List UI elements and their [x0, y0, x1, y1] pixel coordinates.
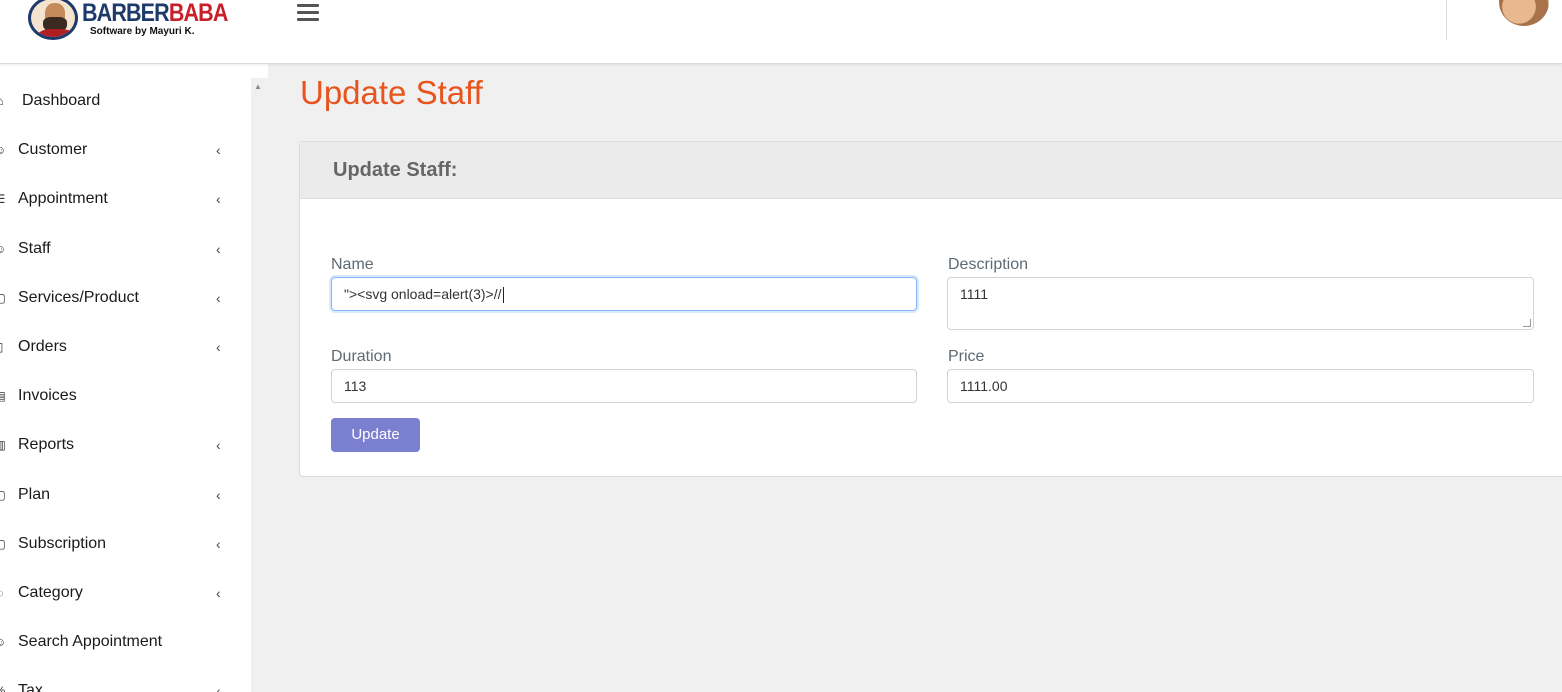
menu-toggle-icon[interactable]	[297, 4, 319, 24]
sidebar-item-label: Tax	[18, 682, 43, 692]
description-textarea-value: 1111	[960, 286, 989, 302]
chevron-left-icon: ‹	[216, 191, 221, 207]
sidebar-item-dashboard[interactable]: ⌂ Dashboard	[0, 86, 251, 116]
update-button[interactable]: Update	[331, 418, 420, 452]
sidebar-item-label: Invoices	[18, 387, 77, 404]
sidebar-item-label: Dashboard	[22, 92, 101, 109]
chevron-left-icon: ‹	[216, 585, 221, 601]
search-user-icon: ☺	[0, 635, 7, 649]
sidebar-item-label: Plan	[18, 486, 51, 503]
chevron-left-icon: ‹	[216, 536, 221, 552]
scroll-up-icon[interactable]: ▲	[254, 82, 262, 91]
plan-icon: ▢	[0, 488, 6, 502]
subscription-icon: ▢	[0, 537, 6, 551]
duration-input-value: 113	[344, 378, 367, 394]
cart-icon: ▯	[0, 340, 6, 354]
sidebar-item-category[interactable]: ◌ Category ‹	[0, 578, 251, 608]
price-input[interactable]: 1111.00	[947, 369, 1534, 403]
sidebar-item-plan[interactable]: ▢ Plan ‹	[0, 480, 251, 510]
sidebar-item-orders[interactable]: ▯ Orders ‹	[0, 332, 251, 362]
name-label: Name	[331, 256, 374, 273]
chevron-left-icon: ‹	[216, 683, 221, 692]
sidebar-item-label: Reports	[18, 436, 75, 453]
sidebar-top-spacer	[0, 64, 268, 78]
card-header: Update Staff:	[300, 142, 1562, 199]
sidebar-item-appointment[interactable]: ☰ Appointment ‹	[0, 184, 251, 214]
duration-label: Duration	[331, 348, 392, 365]
chevron-left-icon: ‹	[216, 437, 221, 453]
user-icon: ☺	[0, 242, 7, 256]
report-icon: ▥	[0, 438, 6, 452]
price-input-value: 1111.00	[960, 378, 1008, 394]
resize-grip-icon[interactable]	[1523, 319, 1531, 327]
sidebar-item-subscription[interactable]: ▢ Subscription ‹	[0, 529, 251, 559]
top-navbar: BARBERBABA Software by Mayuri K.	[0, 0, 1562, 64]
chevron-left-icon: ‹	[216, 241, 221, 257]
chevron-left-icon: ‹	[216, 487, 221, 503]
chevron-left-icon: ‹	[216, 142, 221, 158]
user-icon: ☺	[0, 143, 7, 157]
description-label: Description	[948, 256, 1029, 273]
price-label: Price	[948, 348, 985, 365]
sidebar-item-label: Customer	[18, 141, 88, 158]
name-input-value: "><svg onload=alert(3)>//	[344, 286, 502, 302]
sidebar-item-label: Orders	[18, 338, 67, 355]
sidebar-item-label: Search Appointment	[18, 633, 163, 650]
description-textarea[interactable]: 1111	[947, 277, 1534, 330]
brand-tagline: Software by Mayuri K.	[90, 26, 195, 37]
sidebar-item-invoices[interactable]: ▤ Invoices	[0, 381, 251, 411]
sidebar-item-services-product[interactable]: ▢ Services/Product ‹	[0, 283, 251, 313]
category-icon: ◌	[0, 586, 6, 600]
home-icon: ⌂	[0, 94, 6, 108]
chevron-left-icon: ‹	[216, 290, 221, 306]
user-avatar[interactable]	[1499, 0, 1549, 26]
list-icon: ☰	[0, 192, 6, 206]
sidebar-item-search-appointment[interactable]: ☺ Search Appointment	[0, 627, 251, 657]
brand-logo[interactable]: BARBERBABA Software by Mayuri K.	[26, 0, 251, 40]
sidebar-item-label: Services/Product	[18, 289, 139, 306]
sidebar-item-label: Category	[18, 584, 83, 601]
navbar-divider	[1446, 0, 1447, 40]
chevron-left-icon: ‹	[216, 339, 221, 355]
text-caret	[502, 287, 504, 304]
brand-name: BARBERBABA	[82, 0, 228, 27]
tax-icon: %	[0, 684, 6, 692]
sidebar-item-customer[interactable]: ☺ Customer ‹	[0, 135, 251, 165]
sidebar-item-label: Subscription	[18, 535, 107, 552]
card-title: Update Staff:	[333, 159, 458, 181]
duration-input[interactable]: 113	[331, 369, 917, 403]
sidebar-item-tax[interactable]: % Tax ‹	[0, 676, 251, 692]
page-title: Update Staff	[300, 74, 483, 111]
sidebar-item-label: Appointment	[18, 190, 108, 207]
sidebar-item-label: Staff	[18, 240, 51, 257]
invoice-icon: ▤	[0, 389, 6, 403]
sidebar: ⌂ Dashboard ☺ Customer ‹ ☰ Appointment ‹…	[0, 78, 251, 692]
sidebar-item-staff[interactable]: ☺ Staff ‹	[0, 234, 251, 264]
name-input[interactable]: "><svg onload=alert(3)>//	[331, 277, 917, 311]
box-icon: ▢	[0, 291, 6, 305]
barber-logo-icon	[26, 0, 80, 40]
sidebar-item-reports[interactable]: ▥ Reports ‹	[0, 430, 251, 460]
